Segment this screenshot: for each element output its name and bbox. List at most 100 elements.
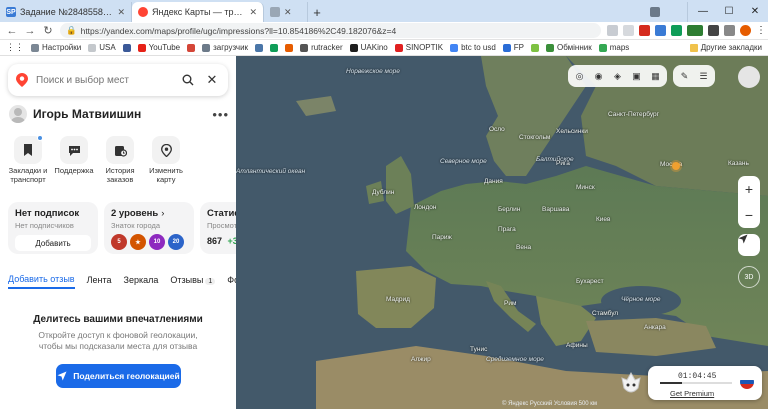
user-profile[interactable]: Игорь Матвиишин ••• (9, 104, 229, 124)
map-label-paris: Париж (432, 234, 452, 241)
extension-mascot-icon[interactable] (620, 372, 642, 396)
zoom-in-button[interactable]: + (745, 181, 753, 197)
close-icon[interactable]: ✕ (204, 72, 220, 88)
tab-mirrors[interactable]: Зеркала (124, 275, 159, 288)
extension-flag-icon[interactable] (639, 25, 650, 36)
bookmark-gmail[interactable] (187, 43, 196, 52)
extension-icon[interactable] (671, 25, 682, 36)
minimize-icon[interactable]: — (690, 0, 716, 22)
action-bookmarks[interactable]: Закладки и транспорт (6, 135, 50, 184)
extension-icon[interactable] (655, 25, 666, 36)
other-bookmarks[interactable]: Другие закладки (689, 43, 762, 52)
reload-icon[interactable]: ↻ (42, 24, 54, 37)
bookmark-uakino[interactable]: UAKino (349, 43, 388, 52)
tab-photos[interactable]: Фото (227, 275, 236, 288)
browser-tab-4[interactable] (644, 2, 688, 22)
browser-tab-3[interactable]: ✕ (264, 2, 308, 22)
bookmark-btc[interactable]: btc to usd (450, 43, 496, 52)
bookmark-label: USA (99, 43, 116, 52)
action-edit-map[interactable]: Изменить карту (144, 136, 188, 184)
zoom-out-button[interactable]: − (745, 207, 753, 223)
bookmark-icon-green (270, 43, 279, 52)
bookmark-exchanger[interactable]: Обмінник (546, 43, 592, 52)
level-card[interactable]: 2 уровень › Знаток города 5 ★ 10 20 (104, 202, 194, 254)
bookmark-rutracker[interactable]: rutracker (300, 43, 343, 52)
profile-avatar-icon[interactable] (740, 25, 751, 36)
star-icon[interactable] (623, 25, 634, 36)
bookmark-downloader[interactable]: загрузчик (202, 43, 248, 52)
locate-me-button[interactable] (738, 234, 760, 256)
tab-add-review[interactable]: Добавить отзыв (8, 274, 75, 289)
extension-icon[interactable] (724, 25, 735, 36)
bookmark-ext[interactable] (270, 43, 279, 52)
layers-icon[interactable]: ◎ (572, 69, 587, 84)
count-badge: 1 (205, 277, 216, 285)
more-icon[interactable]: ••• (212, 107, 229, 122)
tab-label: Отзывы (170, 274, 204, 285)
menu-icon[interactable]: ⋮ (756, 25, 766, 36)
bookmark-label: YouTube (148, 43, 181, 52)
search-input[interactable] (36, 74, 172, 86)
bookmark-ext2[interactable] (285, 43, 294, 52)
bookmark-vk[interactable] (255, 43, 264, 52)
bookmark-settings[interactable]: Настройки (31, 43, 81, 52)
bookmark-sinoptik[interactable]: SINOPTIK (394, 43, 443, 52)
address-text: https://yandex.com/maps/profile/ugc/impr… (80, 25, 397, 36)
map-user-avatar[interactable] (738, 66, 760, 88)
close-icon[interactable]: ✕ (284, 7, 292, 18)
transport-icon[interactable]: ▣ (629, 69, 644, 84)
parking-icon[interactable]: ▦ (648, 69, 663, 84)
search-box[interactable]: ✕ (8, 64, 228, 96)
ruler-icon[interactable]: ✎ (677, 69, 692, 84)
share-icon[interactable] (607, 25, 618, 36)
action-order-history[interactable]: История заказов (98, 136, 142, 184)
subscriptions-card[interactable]: Нет подписок Нет подписчиков Добавить (8, 202, 98, 254)
exchanger-icon (546, 43, 555, 52)
stats-card[interactable]: Статист Просмотр 867 +3 (200, 202, 236, 254)
browser-tab-task[interactable]: SP Задание №2848558 - просмотр з ✕ (0, 2, 132, 22)
card-title: Статист (207, 208, 236, 219)
tab-reviews[interactable]: Отзывы 1 (170, 274, 216, 288)
map-label-st-petersburg: Санкт-Петербург (608, 111, 659, 118)
bookmark-fp[interactable]: FP (502, 43, 524, 52)
badge-icon: ★ (130, 234, 146, 250)
action-label: Поддержка (54, 166, 94, 175)
share-geolocation-button[interactable]: Поделиться геолокацией (56, 364, 181, 388)
bookmark-facebook[interactable] (122, 43, 131, 52)
action-support[interactable]: Поддержка (52, 136, 96, 184)
browser-tab-yandex-maps[interactable]: Яндекс Карты — транспорт, нави ✕ (132, 2, 264, 22)
new-tab-button[interactable]: + (308, 2, 326, 22)
panorama-icon[interactable]: ◉ (591, 69, 606, 84)
extension-ltc-icon[interactable] (687, 25, 703, 36)
close-window-icon[interactable]: ✕ (742, 0, 768, 22)
traffic-icon[interactable]: ◈ (610, 69, 625, 84)
tab-feed[interactable]: Лента (87, 275, 112, 288)
forward-icon[interactable]: → (24, 25, 36, 37)
bookmark-youtube[interactable]: YouTube (137, 43, 181, 52)
map-label-istanbul: Стамбул (592, 310, 619, 317)
avatar[interactable] (9, 105, 27, 123)
menu-grid-icon[interactable]: ☰ (696, 69, 711, 84)
map-view[interactable]: Атлантический океан Северное море Норвеж… (236, 56, 768, 409)
search-icon[interactable] (180, 72, 196, 88)
tab-title: Задание №2848558 - просмотр з (20, 7, 113, 17)
window-controls: — ☐ ✕ (690, 0, 768, 22)
add-subscription-button[interactable]: Добавить (15, 235, 91, 251)
get-premium-link[interactable]: Get Premium (670, 389, 714, 398)
close-icon[interactable]: ✕ (117, 7, 125, 18)
apps-icon[interactable]: ⋮⋮ (6, 42, 24, 53)
maximize-icon[interactable]: ☐ (716, 0, 742, 22)
back-icon[interactable]: ← (6, 25, 18, 37)
address-bar[interactable]: 🔒 https://yandex.com/maps/profile/ugc/im… (60, 23, 601, 38)
map-label-madrid: Мадрид (386, 296, 410, 303)
bookmark-usa[interactable]: USA (88, 43, 116, 52)
russia-flag-icon[interactable] (740, 375, 754, 389)
close-icon[interactable]: ✕ (249, 7, 257, 18)
extension-icon[interactable] (708, 25, 719, 36)
location-marker[interactable] (672, 162, 680, 170)
map-label-rome: Рим (504, 300, 517, 307)
3d-toggle-button[interactable]: 3D (738, 266, 760, 288)
bookmark-ext3[interactable] (531, 43, 540, 52)
bookmark-maps[interactable]: maps (598, 43, 629, 52)
card-title: Нет подписок (15, 208, 80, 219)
